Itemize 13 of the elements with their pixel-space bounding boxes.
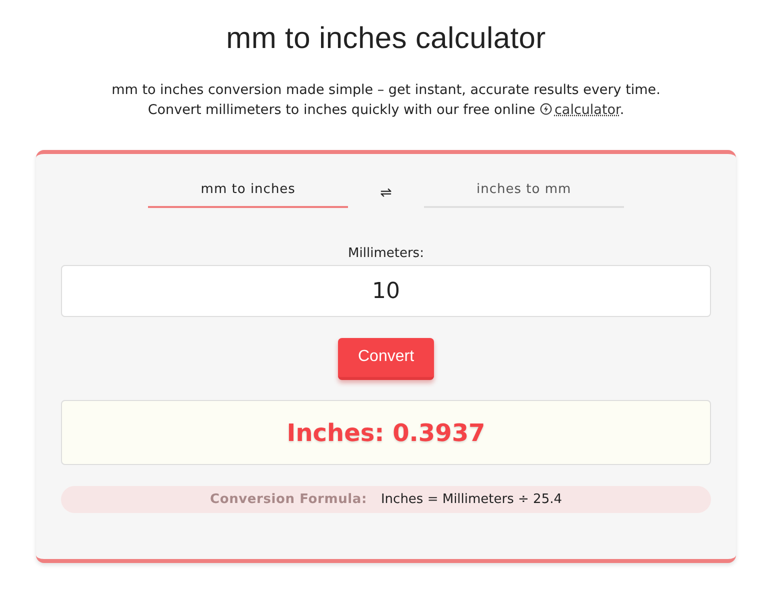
result-text: Inches: 0.3937 (286, 418, 486, 446)
formula-text: Inches = Millimeters ÷ 25.4 (380, 492, 562, 507)
calculator-link[interactable]: calculator (554, 102, 620, 118)
tab[interactable]: inches to mm (424, 178, 624, 208)
swap-icon[interactable]: ⇌ (380, 185, 392, 201)
millimeters-input[interactable]: 10 (61, 265, 711, 317)
formula-label: Conversion Formula: (210, 492, 367, 507)
field-label: Millimeters: (348, 246, 424, 261)
bolt-icon (540, 103, 552, 115)
intro-paragraph: mm to inches conversion made simple – get instant, accurate results every time. Convert millimeters to inches quickly with our free online calculator. (112, 81, 660, 120)
tab[interactable]: mm to inches (148, 178, 348, 208)
convert-button[interactable]: Convert (338, 338, 434, 380)
page-title: mm to inches calculator (226, 22, 546, 56)
